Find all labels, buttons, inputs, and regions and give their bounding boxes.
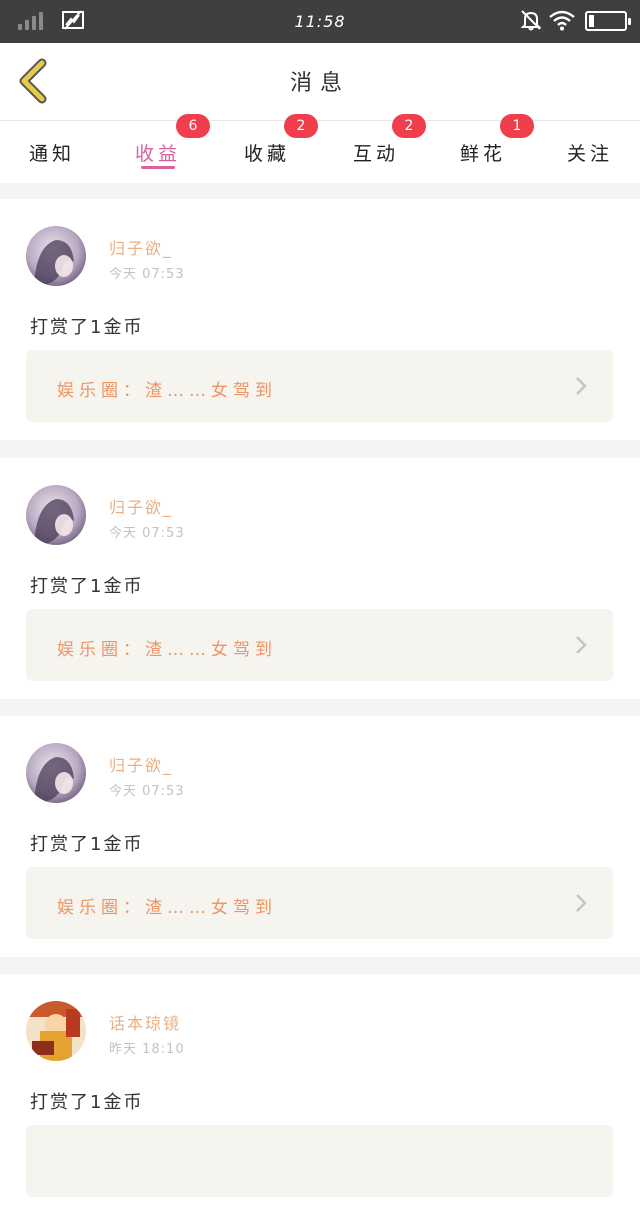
tab-label: 通知 <box>28 143 75 165</box>
tab-favorites[interactable]: 收藏 2 <box>217 114 318 183</box>
tab-label: 关注 <box>566 143 613 165</box>
linked-article[interactable]: 娱乐圈：渣……女驾到 <box>26 350 613 422</box>
tab-label: 收藏 <box>243 143 290 165</box>
article-title: 娱乐圈：渣……女驾到 <box>57 381 277 401</box>
timestamp: 昨天 18:10 <box>109 1042 185 1057</box>
username[interactable]: 话本琼镜 <box>109 1010 181 1034</box>
avatar[interactable] <box>26 743 86 803</box>
message-text: 打赏了1金币 <box>30 1092 144 1113</box>
avatar[interactable] <box>26 1001 86 1061</box>
tab-bar: 通知 收益 6 收藏 2 互动 2 鲜花 1 关注 <box>0 114 640 183</box>
avatar[interactable] <box>26 226 86 286</box>
tab-following[interactable]: 关注 <box>540 121 640 183</box>
username[interactable]: 归子欲_ <box>109 494 173 518</box>
count-badge: 2 <box>392 114 426 138</box>
tab-label: 鲜花 <box>459 143 506 165</box>
avatar[interactable] <box>26 485 86 545</box>
article-title: 娱乐圈：渣……女驾到 <box>57 898 277 918</box>
battery-icon <box>585 11 631 31</box>
chevron-right-icon <box>576 894 587 912</box>
status-time: 11:58 <box>294 12 346 31</box>
list-item: 归子欲_ 今天 07:53 打赏了1金币 娱乐圈：渣……女驾到 <box>0 458 640 699</box>
tab-earnings[interactable]: 收益 6 <box>108 114 210 183</box>
article-title: 娱乐圈：渣……女驾到 <box>57 640 277 660</box>
mute-icon <box>520 10 542 31</box>
tab-flowers[interactable]: 鲜花 1 <box>433 114 534 183</box>
chevron-right-icon <box>576 377 587 395</box>
active-tab-indicator <box>141 166 175 169</box>
username[interactable]: 归子欲_ <box>109 752 173 776</box>
chevron-right-icon <box>576 636 587 654</box>
status-bar: 11:58 <box>0 0 640 43</box>
tab-label: 互动 <box>352 143 399 165</box>
count-badge: 2 <box>284 114 318 138</box>
message-text: 打赏了1金币 <box>30 317 144 338</box>
list-item: 话本琼镜 昨天 18:10 打赏了1金币 <box>0 974 640 1215</box>
username[interactable]: 归子欲_ <box>109 235 173 259</box>
timestamp: 今天 07:53 <box>109 526 185 541</box>
header: 消息 <box>0 43 640 121</box>
count-badge: 1 <box>500 114 534 138</box>
page-title: 消息 <box>289 71 350 96</box>
wifi-icon <box>549 10 575 31</box>
count-badge: 6 <box>176 114 210 138</box>
list-item: 归子欲_ 今天 07:53 打赏了1金币 娱乐圈：渣……女驾到 <box>0 199 640 440</box>
linked-article[interactable]: 娱乐圈：渣……女驾到 <box>26 609 613 681</box>
list-item: 归子欲_ 今天 07:53 打赏了1金币 娱乐圈：渣……女驾到 <box>0 716 640 957</box>
tab-interactions[interactable]: 互动 2 <box>326 114 426 183</box>
tab-notifications[interactable]: 通知 <box>2 121 102 183</box>
tab-label: 收益 <box>134 143 181 165</box>
timestamp: 今天 07:53 <box>109 267 185 282</box>
linked-article[interactable]: 娱乐圈：渣……女驾到 <box>26 867 613 939</box>
timestamp: 今天 07:53 <box>109 784 185 799</box>
linked-article[interactable] <box>26 1125 613 1197</box>
message-text: 打赏了1金币 <box>30 576 144 597</box>
message-text: 打赏了1金币 <box>30 834 144 855</box>
